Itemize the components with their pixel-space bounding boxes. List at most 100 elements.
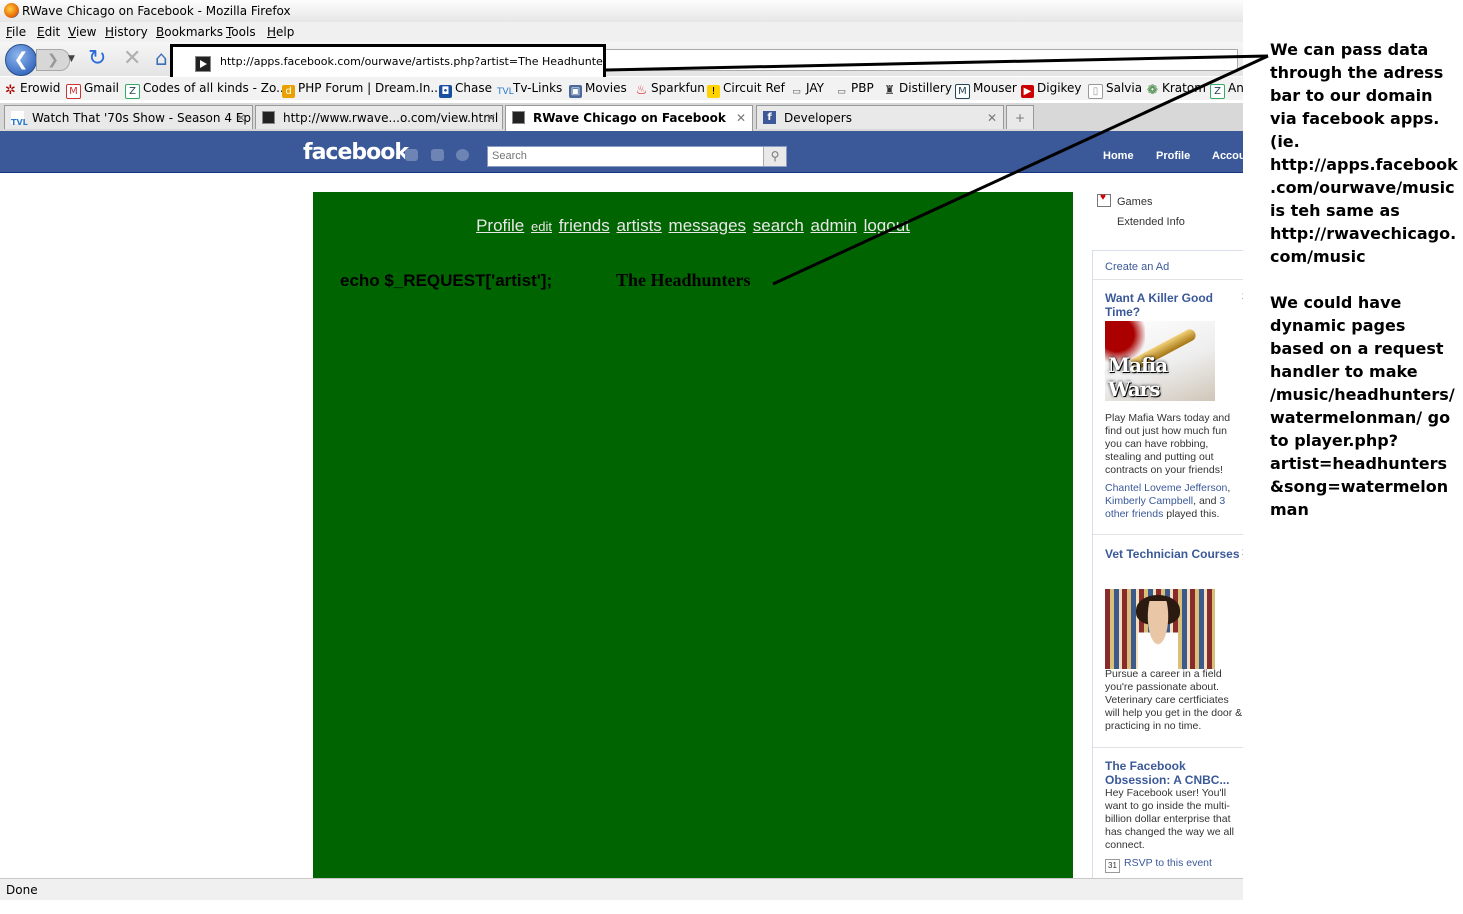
search-input[interactable] bbox=[492, 149, 752, 163]
create-ad-link[interactable]: Create an Ad bbox=[1105, 261, 1169, 273]
bookmark-chase[interactable]: ◘ Chase bbox=[439, 77, 492, 100]
bookmark-digikey[interactable]: ▶ Digikey bbox=[1021, 77, 1082, 100]
bookmark-movies[interactable]: ▣ Movies bbox=[569, 77, 627, 100]
friend-link[interactable]: Kimberly Campbell bbox=[1105, 495, 1193, 507]
ad-image[interactable]: Mafia Wars bbox=[1105, 321, 1215, 401]
browser-window: RWave Chicago on Facebook - Mozilla Fire… bbox=[0, 0, 1243, 900]
php-code-label: echo $_REQUEST['artist']; bbox=[340, 271, 553, 290]
bookmark-erowid[interactable]: ✲ Erowid bbox=[4, 77, 60, 100]
close-icon[interactable]: x bbox=[1242, 547, 1243, 558]
sidebar-games[interactable]: Games bbox=[1097, 192, 1152, 208]
close-tab-icon[interactable]: ✕ bbox=[236, 106, 246, 129]
bookmark-pbp[interactable]: ▭ PBP bbox=[835, 77, 873, 100]
friend-requests-icon[interactable] bbox=[405, 149, 418, 161]
close-tab-icon[interactable]: ✕ bbox=[736, 106, 746, 130]
tab-developers[interactable]: f Developers ✕ bbox=[756, 105, 1004, 129]
bookmark-php-forum[interactable]: d PHP Forum | Dream.In... bbox=[282, 77, 442, 100]
ad-title[interactable]: Want A Killer Good Time? bbox=[1105, 291, 1243, 319]
bookmark-jay[interactable]: ▭ JAY bbox=[790, 77, 824, 100]
forward-button[interactable]: ❯ bbox=[36, 49, 70, 71]
status-text: Done bbox=[6, 883, 38, 897]
facebook-search[interactable]: ⚲ bbox=[487, 146, 787, 167]
bookmark-distillery[interactable]: ♜ Distillery bbox=[883, 77, 952, 100]
ad-vet-technician[interactable]: Vet Technician Courses x Pursue a career… bbox=[1105, 547, 1243, 732]
ad-image[interactable] bbox=[1105, 589, 1215, 669]
title-bar: RWave Chicago on Facebook - Mozilla Fire… bbox=[0, 0, 1243, 23]
tab-rwave-facebook[interactable]: RWave Chicago on Facebook ✕ bbox=[505, 105, 753, 131]
nav-account[interactable]: Accou bbox=[1212, 150, 1243, 162]
app-nav-artists[interactable]: artists bbox=[616, 216, 661, 235]
app-nav-search[interactable]: search bbox=[753, 216, 804, 235]
bookmark-an[interactable]: Z An bbox=[1210, 77, 1243, 100]
ad-image-text: Mafia Wars bbox=[1108, 353, 1168, 401]
annotation-text: We can pass data through the adress bar … bbox=[1270, 38, 1460, 544]
bookmark-codes[interactable]: Z Codes of all kinds - Zo... bbox=[125, 77, 288, 100]
ad-title[interactable]: The Facebook Obsession: A CNBC... bbox=[1105, 759, 1243, 787]
home-icon[interactable]: ⌂ bbox=[155, 46, 168, 70]
plus-icon: + bbox=[1014, 111, 1026, 125]
notifications-icon[interactable] bbox=[456, 149, 469, 161]
menu-help[interactable]: Help bbox=[267, 22, 294, 42]
sidebar-extended-info[interactable]: Extended Info bbox=[1117, 216, 1185, 228]
app-nav-messages[interactable]: messages bbox=[669, 216, 746, 235]
menu-bookmarks[interactable]: Bookmarks bbox=[156, 22, 223, 42]
menu-view[interactable]: View bbox=[68, 22, 96, 42]
reload-icon[interactable]: ↻ bbox=[88, 46, 106, 71]
bookmark-kratom[interactable]: ❁ Kratom bbox=[1146, 77, 1206, 100]
close-tab-icon[interactable]: ✕ bbox=[486, 106, 496, 129]
app-nav-profile[interactable]: Profile bbox=[476, 216, 524, 235]
bookmark-circuit-ref[interactable]: ! Circuit Ref bbox=[707, 77, 785, 100]
divider bbox=[1093, 279, 1243, 280]
bookmarks-toolbar: ✲ Erowid M Gmail Z Codes of all kinds - Zo.… bbox=[0, 77, 1243, 100]
window-title: RWave Chicago on Facebook - Mozilla Fire… bbox=[22, 4, 291, 18]
url-text[interactable]: http://apps.facebook.com/ourwave/artists… bbox=[220, 55, 613, 68]
menu-bar: File Edit View History Bookmarks Tools H… bbox=[0, 22, 1243, 42]
navigation-toolbar: ❮ ❯ ▼ ↻ ✕ ⌂ http://apps.facebook.com/our… bbox=[0, 42, 1243, 80]
facebook-logo[interactable]: facebook bbox=[303, 140, 409, 165]
page-icon bbox=[512, 111, 525, 124]
url-bar-extension[interactable] bbox=[606, 49, 1238, 71]
person-image bbox=[1138, 601, 1178, 669]
ad-mafia-wars[interactable]: Want A Killer Good Time? x Mafia Wars Pl… bbox=[1105, 291, 1243, 520]
games-icon bbox=[1097, 192, 1111, 207]
divider bbox=[1093, 534, 1243, 535]
bookmark-tv-links[interactable]: TVLTv-Links bbox=[497, 77, 562, 100]
bookmark-sparkfun[interactable]: ♨ Sparkfun bbox=[635, 77, 705, 100]
bookmark-gmail[interactable]: M Gmail bbox=[66, 77, 119, 100]
app-nav-admin[interactable]: admin bbox=[811, 216, 857, 235]
history-dropdown-icon[interactable]: ▼ bbox=[68, 54, 75, 64]
menu-tools[interactable]: Tools bbox=[226, 22, 256, 42]
back-button[interactable]: ❮ bbox=[5, 44, 37, 76]
menu-history[interactable]: History bbox=[105, 22, 148, 42]
nav-profile[interactable]: Profile bbox=[1156, 150, 1190, 162]
bookmark-salvia[interactable]: ▯ Salvia bbox=[1088, 77, 1142, 100]
annotation-paragraph-1: We can pass data through the adress bar … bbox=[1270, 40, 1458, 266]
app-canvas: Profile edit friends artists messages se… bbox=[313, 192, 1073, 878]
ad-body: Hey Facebook user! You'll want to go ins… bbox=[1105, 787, 1234, 851]
menu-file[interactable]: File bbox=[6, 22, 26, 42]
ad-body: Play Mafia Wars today and find out just … bbox=[1105, 412, 1231, 476]
stop-icon[interactable]: ✕ bbox=[123, 46, 141, 71]
annotation-paragraph-2: We could have dynamic pages based on a r… bbox=[1270, 293, 1455, 519]
close-icon[interactable]: x bbox=[1242, 291, 1243, 302]
ad-cnbc[interactable]: The Facebook Obsession: A CNBC... Hey Fa… bbox=[1105, 759, 1243, 873]
ad-title[interactable]: Vet Technician Courses bbox=[1105, 547, 1243, 561]
tvl-icon: TVL bbox=[11, 111, 28, 127]
firefox-icon bbox=[4, 3, 19, 18]
rsvp-link[interactable]: 31 RSVP to this event bbox=[1105, 857, 1239, 873]
app-nav-logout[interactable]: logout bbox=[864, 216, 910, 235]
new-tab-button[interactable]: + bbox=[1006, 105, 1034, 129]
bookmark-mouser[interactable]: M Mouser bbox=[955, 77, 1017, 100]
app-nav-edit[interactable]: edit bbox=[531, 219, 552, 234]
app-nav-friends[interactable]: friends bbox=[559, 216, 610, 235]
menu-edit[interactable]: Edit bbox=[37, 22, 60, 42]
search-icon[interactable]: ⚲ bbox=[763, 147, 786, 166]
messages-icon[interactable] bbox=[431, 149, 444, 161]
tab-70s-show[interactable]: TVL Watch That '70s Show - Season 4 Ep..… bbox=[4, 105, 253, 129]
nav-home[interactable]: Home bbox=[1103, 150, 1134, 162]
tab-rwave-view[interactable]: http://www.rwave...o.com/view.html ✕ bbox=[255, 105, 503, 129]
close-tab-icon[interactable]: ✕ bbox=[987, 106, 997, 129]
friend-link[interactable]: Chantel Loveme Jefferson bbox=[1105, 482, 1227, 494]
facebook-icon: f bbox=[763, 111, 776, 124]
url-bar[interactable]: http://apps.facebook.com/ourwave/artists… bbox=[170, 44, 613, 80]
